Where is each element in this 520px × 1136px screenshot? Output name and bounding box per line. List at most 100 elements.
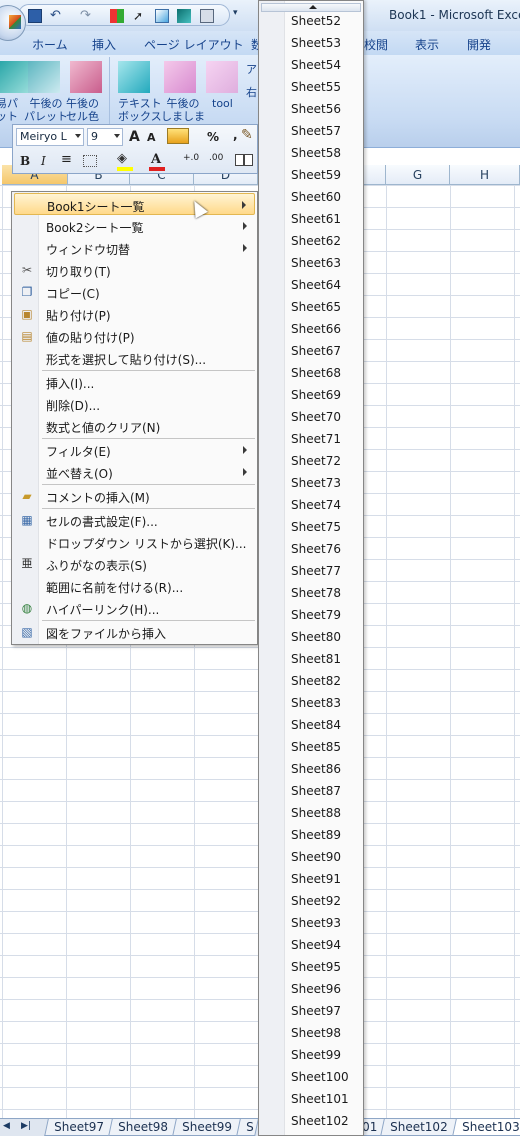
borders-icon[interactable] [83,155,97,167]
sheet-list-item[interactable]: Sheet86 [259,758,363,780]
sheet-list-item[interactable]: Sheet93 [259,912,363,934]
menu-item-book1-sheets[interactable]: Book1シート一覧 [14,193,255,215]
sheet-list-item[interactable]: Sheet62 [259,230,363,252]
sheet-list-item[interactable]: Sheet75 [259,516,363,538]
sheet-list-item[interactable]: Sheet55 [259,76,363,98]
comma-icon[interactable]: , [233,128,238,142]
undo-icon[interactable]: ↶ [50,9,64,23]
ribbon-button-label[interactable]: 午後の しましま [161,97,205,123]
sheet-list-item[interactable]: Sheet76 [259,538,363,560]
sheet-list-item[interactable]: Sheet91 [259,868,363,890]
sheet-tab[interactable]: S [236,1119,259,1136]
color-palette-icon[interactable] [110,9,124,23]
menu-item-hyperlink[interactable]: ◍ ハイパーリンク(H)... [14,597,255,619]
menu-item-paste-values[interactable]: ▤ 値の貼り付け(P) [14,325,255,347]
sheet-list-item[interactable]: Sheet89 [259,824,363,846]
sheet-list-item[interactable]: Sheet85 [259,736,363,758]
sheet-tab[interactable]: Sheet98 [108,1119,178,1136]
menu-item-paste[interactable]: ▣ 貼り付け(P) [14,303,255,325]
tab-scroll-prev-icon[interactable]: ◀ [3,1121,10,1131]
menu-item-paste-special[interactable]: 形式を選択して貼り付け(S)... [14,347,255,369]
menu-item-switch-window[interactable]: ウィンドウ切替 [14,237,255,259]
tab-page-layout[interactable]: ページ レイアウト [144,36,244,53]
tool-icon[interactable] [206,61,238,93]
tab-review[interactable]: 校閲 [364,36,388,53]
tab-home[interactable]: ホーム [32,36,68,53]
sheet-list-item[interactable]: Sheet61 [259,208,363,230]
form-icon[interactable] [200,9,214,23]
tab-view[interactable]: 表示 [415,36,439,53]
bold-button[interactable]: B [20,154,30,168]
sheet-list-item[interactable]: Sheet83 [259,692,363,714]
sheet-list-item[interactable]: Sheet64 [259,274,363,296]
sheet-list-item[interactable]: Sheet57 [259,120,363,142]
sheet-list-item[interactable]: Sheet97 [259,1000,363,1022]
menu-item-define-name[interactable]: 範囲に名前を付ける(R)... [14,575,255,597]
sheet-list-item[interactable]: Sheet54 [259,54,363,76]
palette-icon[interactable] [70,61,102,93]
sheet-list-item[interactable]: Sheet95 [259,956,363,978]
sheet-list-item[interactable]: Sheet65 [259,296,363,318]
sheet-list-item[interactable]: Sheet87 [259,780,363,802]
font-color-button[interactable]: A [151,152,161,167]
menu-item-show-furigana[interactable]: 亜ふりがなの表示(S) [14,553,255,575]
sheet-list-item[interactable]: Sheet96 [259,978,363,1000]
sheet-list-item[interactable]: Sheet77 [259,560,363,582]
sheet-list-item[interactable]: Sheet92 [259,890,363,912]
column-header-g[interactable]: G [386,165,450,185]
decrease-decimal-icon[interactable]: .00 [209,153,223,163]
sheet-list-item[interactable]: Sheet71 [259,428,363,450]
sheet-list-item[interactable]: Sheet98 [259,1022,363,1044]
ribbon-button-label[interactable]: 易パ ット [0,97,18,123]
fill-icon[interactable] [177,9,191,23]
sheet-list-item[interactable]: Sheet78 [259,582,363,604]
shrink-font-icon[interactable]: A [147,131,156,144]
redo-icon[interactable]: ↷ [80,9,94,23]
sheet-list-item[interactable]: Sheet59 [259,164,363,186]
pointer-icon[interactable]: ➚ [133,9,147,23]
customize-qat-icon[interactable]: ▾ [233,8,238,18]
sheet-list-item[interactable]: Sheet63 [259,252,363,274]
sheet-tab[interactable]: Sheet97 [44,1119,114,1136]
save-icon[interactable] [28,9,42,23]
sheet-list-item[interactable]: Sheet68 [259,362,363,384]
sheet-list-item[interactable]: Sheet101 [259,1088,363,1110]
sheet-list-item[interactable]: Sheet84 [259,714,363,736]
menu-item-cut[interactable]: ✂ 切り取り(T) [14,259,255,281]
menu-item-copy[interactable]: ❐ コピー(C) [14,281,255,303]
tab-scroll-last-icon[interactable]: ▶| [21,1121,31,1131]
sheet-list-item[interactable]: Sheet80 [259,626,363,648]
sheet-list-item[interactable]: Sheet88 [259,802,363,824]
sheet-list-item[interactable]: Sheet99 [259,1044,363,1066]
stripes-icon[interactable] [164,61,196,93]
menu-item-clear-contents[interactable]: 数式と値のクリア(N) [14,415,255,437]
currency-format-icon[interactable] [167,128,189,144]
menu-item-insert[interactable]: 挿入(I)... [14,371,255,393]
font-name-select[interactable]: Meiryo L [16,128,84,146]
sheet-list-item[interactable]: Sheet79 [259,604,363,626]
menu-item-insert-comment[interactable]: ▰ コメントの挿入(M) [14,485,255,507]
palette-icon[interactable] [28,61,60,93]
ribbon-button-label[interactable]: 午後の パレット [24,97,68,123]
menu-item-book2-sheets[interactable]: Book2シート一覧 [14,215,255,237]
ribbon-button-label[interactable]: tool [212,97,233,110]
sheet-list-item[interactable]: Sheet58 [259,142,363,164]
fill-color-icon[interactable]: ◈ [117,151,127,166]
italic-button[interactable]: I [41,154,46,168]
sheet-list-item[interactable]: Sheet66 [259,318,363,340]
merge-cells-icon[interactable] [235,154,253,166]
sheet-list-item[interactable]: Sheet72 [259,450,363,472]
sheet-list-item[interactable]: Sheet69 [259,384,363,406]
sheet-list-item[interactable]: Sheet67 [259,340,363,362]
sheet-list-item[interactable]: Sheet82 [259,670,363,692]
sheet-list-item[interactable]: Sheet56 [259,98,363,120]
ribbon-button-label[interactable]: テキスト ボックス [118,97,162,123]
menu-item-format-cells[interactable]: ▦ セルの書式設定(F)... [14,509,255,531]
align-center-icon[interactable]: ≡ [61,152,72,167]
column-header-h[interactable]: H [450,165,520,185]
sheet-list-item[interactable]: Sheet70 [259,406,363,428]
sheet-tab-active[interactable]: Sheet103 [452,1119,520,1136]
tab-insert[interactable]: 挿入 [92,36,116,53]
sheet-list-item[interactable]: Sheet90 [259,846,363,868]
sheet-list-item[interactable]: Sheet53 [259,32,363,54]
